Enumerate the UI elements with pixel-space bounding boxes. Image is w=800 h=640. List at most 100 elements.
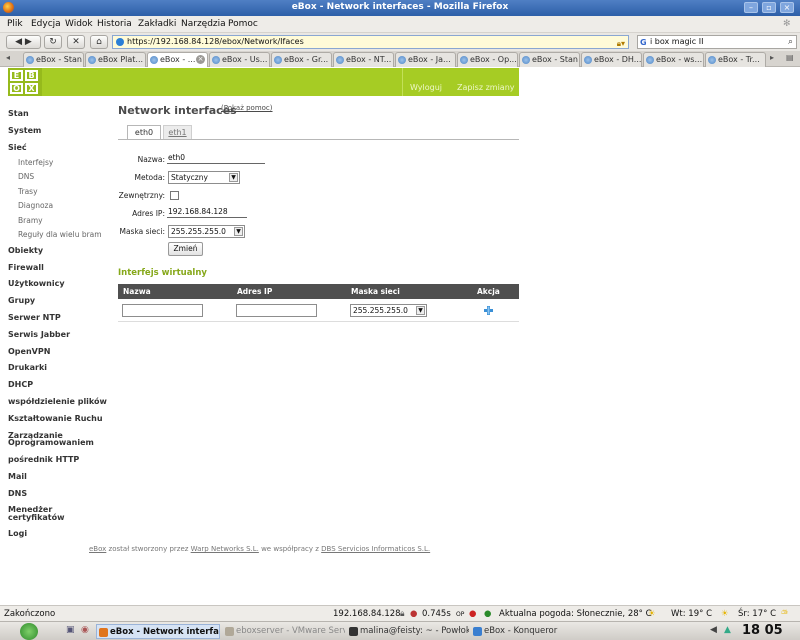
browser-tab-active[interactable]: eBox - ... × — [147, 52, 208, 67]
browser-tab[interactable]: eBox - Gr... — [271, 52, 332, 67]
sidebar-subitem-interfejsy[interactable]: Interfejsy — [18, 158, 53, 167]
weather-text: Aktualna pogoda: Słonecznie, 28° C — [499, 609, 652, 619]
kde-menu-icon[interactable] — [20, 623, 38, 640]
menu-pomoc[interactable]: Pomoc — [228, 19, 258, 29]
sidebar-item-system[interactable]: System — [8, 126, 41, 135]
browser-tab[interactable]: eBox - ws... — [643, 52, 704, 67]
dbs-link[interactable]: DBS Servicios Informaticos S.L. — [321, 545, 430, 553]
virtual-ip-input[interactable] — [236, 304, 317, 317]
sidebar-item-traffic[interactable]: Kształtowanie Ruchu — [8, 414, 103, 423]
sidebar-item-obiekty[interactable]: Obiekty — [8, 246, 43, 255]
desktop-icon[interactable]: ▣ — [66, 625, 75, 635]
virtual-iface-header: Nazwa Adres IP Maska sieci Akcja — [118, 284, 519, 299]
sidebar-item-uzytkownicy[interactable]: Użytkownicy — [8, 279, 65, 288]
close-tab-icon[interactable]: × — [196, 55, 205, 64]
menu-bar: Plik Edycja Widok Historia Zakładki Narz… — [0, 16, 800, 33]
browser-tab[interactable]: eBox Plat... — [85, 52, 146, 67]
browser-tab[interactable]: eBox - Ja... — [395, 52, 456, 67]
page-footer: eBox został stworzony przez Warp Network… — [89, 545, 431, 553]
add-icon[interactable] — [484, 306, 493, 315]
browser-tab[interactable]: eBox - Tr... — [705, 52, 766, 67]
ebox-link[interactable]: eBox — [89, 545, 106, 553]
sidebar-item-logi[interactable]: Logi — [8, 529, 27, 538]
menu-edycja[interactable]: Edycja — [31, 19, 61, 29]
home-icon[interactable]: ⌂ — [90, 35, 108, 49]
dropdown-arrow-icon: ▼ — [416, 306, 425, 315]
stop-sign-icon: ● — [469, 609, 477, 619]
menu-widok[interactable]: Widok — [65, 19, 93, 29]
sidebar-subitem-diagnoza[interactable]: Diagnoza — [18, 201, 53, 210]
warp-link[interactable]: Warp Networks S.L. — [191, 545, 259, 553]
scroll-left-icon[interactable]: ◂ — [6, 53, 10, 62]
sidebar-subitem-trasy[interactable]: Trasy — [18, 187, 38, 196]
tab-divider — [118, 139, 519, 140]
menu-zakladki[interactable]: Zakładki — [138, 19, 176, 29]
minimize-button[interactable]: – — [744, 2, 758, 13]
save-changes-link[interactable]: Zapisz zmiany — [457, 83, 515, 92]
sidebar-subitem-dns[interactable]: DNS — [18, 172, 34, 181]
method-select[interactable]: Statyczny ▼ — [168, 171, 240, 184]
firebug-icon[interactable]: ● — [410, 609, 417, 619]
name-input[interactable]: eth0 — [167, 153, 265, 164]
browser-tab[interactable]: eBox - Stan — [23, 52, 84, 67]
stop-icon[interactable]: ✕ — [67, 35, 85, 49]
sidebar-item-siec[interactable]: Sieć — [8, 143, 27, 152]
tab-eth0[interactable]: eth0 — [127, 125, 161, 140]
browser-tab[interactable]: eBox - NT... — [333, 52, 394, 67]
launcher-icon[interactable]: ◉ — [81, 625, 89, 635]
close-button[interactable]: × — [780, 2, 794, 13]
sidebar-item-jabber[interactable]: Serwis Jabber — [8, 330, 70, 339]
sidebar-subitem-bramy[interactable]: Bramy — [18, 216, 43, 225]
menu-historia[interactable]: Historia — [97, 19, 132, 29]
sidebar-item-certs-line2[interactable]: certyfikatów — [8, 513, 65, 522]
sidebar-item-dns[interactable]: DNS — [8, 489, 27, 498]
task-konqueror[interactable]: eBox - Konqueror — [471, 624, 593, 639]
all-tabs-icon[interactable]: ▤ — [786, 53, 794, 62]
page-title: Network interfaces — [118, 104, 237, 117]
window-titlebar: eBox - Network interfaces - Mozilla Fire… — [0, 0, 800, 16]
sidebar-item-firewall[interactable]: Firewall — [8, 263, 44, 272]
browser-tab[interactable]: eBox - Us... — [209, 52, 270, 67]
task-firefox[interactable]: eBox - Network interfaces — [96, 624, 220, 639]
menu-plik[interactable]: Plik — [7, 19, 23, 29]
menu-narzedzia[interactable]: Narzędzia — [181, 19, 226, 29]
sidebar-item-dhcp[interactable]: DHCP — [8, 380, 33, 389]
maximize-button[interactable]: ▫ — [762, 2, 776, 13]
search-icon[interactable]: ⌕ — [788, 36, 793, 48]
ebox-favicon-icon — [274, 56, 282, 64]
tab-eth1[interactable]: eth1 — [163, 125, 192, 140]
sidebar-item-mail[interactable]: Mail — [8, 472, 27, 481]
external-checkbox[interactable] — [170, 191, 179, 200]
sidebar-item-http-proxy[interactable]: pośrednik HTTP — [8, 455, 79, 464]
sidebar-item-ntp[interactable]: Serwer NTP — [8, 313, 61, 322]
browser-tab[interactable]: eBox - Stan — [519, 52, 580, 67]
task-konsole[interactable]: malina@feisty: ~ - Powłoka — [347, 624, 469, 639]
sidebar-item-fileshare[interactable]: współdzielenie plików — [8, 397, 107, 406]
sidebar-item-openvpn[interactable]: OpenVPN — [8, 347, 50, 356]
sidebar-item-stan[interactable]: Stan — [8, 109, 29, 118]
volume-icon[interactable]: ◀ — [710, 625, 717, 635]
reload-icon[interactable]: ↻ — [44, 35, 62, 49]
back-forward-button[interactable]: ◀ ▶ — [6, 35, 41, 49]
virtual-netmask-select[interactable]: 255.255.255.0 ▼ — [350, 304, 427, 317]
search-input[interactable]: G i box magic II ⌕ — [637, 35, 797, 49]
logout-link[interactable]: Wyloguj — [410, 83, 442, 92]
virtual-name-input[interactable] — [122, 304, 203, 317]
method-value: Statyczny — [171, 173, 208, 182]
task-vmware[interactable]: eboxserver - VMware Server — [223, 624, 345, 639]
ebox-favicon-icon — [150, 56, 158, 64]
ip-input[interactable]: 192.168.84.128 — [167, 207, 247, 218]
sidebar-item-drukarki[interactable]: Drukarki — [8, 363, 47, 372]
change-button[interactable]: Zmień — [168, 242, 203, 256]
show-help-link[interactable]: (Pokaż pomoc) — [221, 104, 273, 112]
browser-tab[interactable]: eBox - DH... — [581, 52, 642, 67]
sidebar-item-software-line2[interactable]: Oprogramowaniem — [8, 438, 94, 447]
search-engine-icon[interactable]: G — [640, 37, 647, 49]
browser-tab[interactable]: eBox - Op... — [457, 52, 518, 67]
url-bar[interactable]: https://192.168.84.128/ebox/Network/Ifac… — [112, 35, 629, 49]
sidebar-item-grupy[interactable]: Grupy — [8, 296, 35, 305]
sidebar-subitem-multigw[interactable]: Reguły dla wielu bram — [18, 230, 102, 239]
scroll-right-icon[interactable]: ▸ — [770, 53, 774, 62]
netmask-select[interactable]: 255.255.255.0 ▼ — [168, 225, 245, 238]
network-icon[interactable]: ▲ — [724, 625, 731, 635]
